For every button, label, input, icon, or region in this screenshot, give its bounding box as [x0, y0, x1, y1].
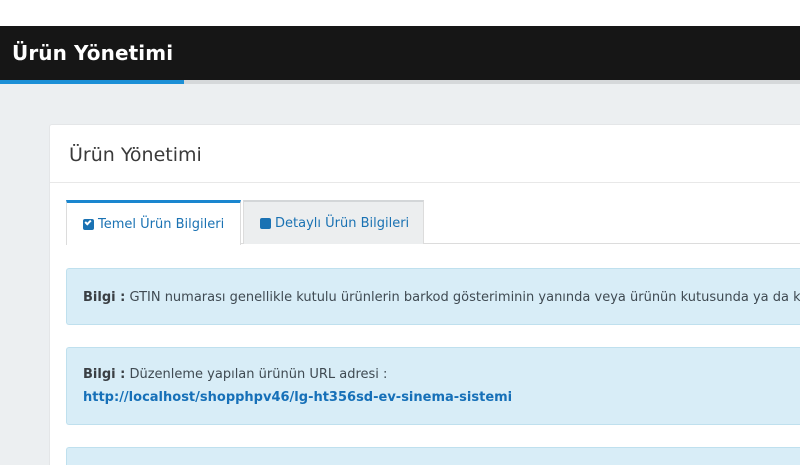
info-alert-gtin: Bilgi : GTIN numarası genellikle kutulu … — [66, 268, 800, 325]
tab-label: Temel Ürün Bilgileri — [98, 216, 225, 232]
header-accent-bar — [0, 80, 184, 84]
alert-text: Düzenleme yapılan ürünün URL adresi : — [129, 367, 388, 382]
alert-label: Bilgi : — [83, 290, 126, 305]
tab-basic-product-info[interactable]: Temel Ürün Bilgileri — [66, 200, 241, 245]
check-square-icon — [83, 217, 94, 230]
alert-text: GTIN numarası genellikle kutulu ürünleri… — [129, 290, 800, 305]
alert-label: Bilgi : — [83, 367, 126, 382]
card-title: Ürün Yönetimi — [69, 144, 202, 166]
product-management-card: Ürün Yönetimi Temel Ürün Bilgileri Detay… — [49, 124, 800, 465]
tab-detailed-product-info[interactable]: Detaylı Ürün Bilgileri — [243, 200, 424, 244]
header-underline — [0, 80, 800, 84]
info-alert-partial — [66, 447, 800, 465]
product-url-link[interactable]: http://localhost/shopphpv46/lg-ht356sd-e… — [83, 390, 512, 405]
square-icon — [260, 217, 271, 229]
tab-label: Detaylı Ürün Bilgileri — [275, 215, 410, 231]
info-alert-url: Bilgi : Düzenleme yapılan ürünün URL adr… — [66, 347, 800, 425]
app-header: Ürün Yönetimi — [0, 26, 800, 80]
browser-top-area — [0, 0, 800, 26]
header-title: Ürün Yönetimi — [12, 41, 174, 65]
card-header: Ürün Yönetimi — [50, 125, 800, 183]
